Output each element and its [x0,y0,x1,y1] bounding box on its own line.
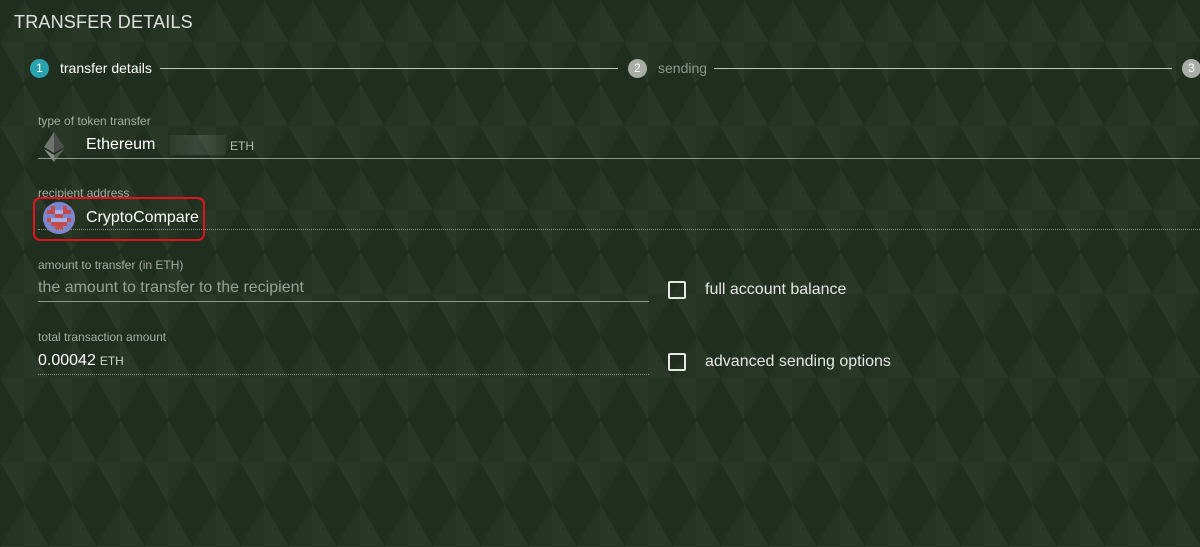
amount-input[interactable]: the amount to transfer to the recipient [38,279,304,297]
page-title: TRANSFER DETAILS [14,12,193,32]
total-label: total transaction amount [38,330,167,344]
amount-underline [38,301,649,302]
total-unit: ETH [99,354,124,368]
token-unit: ETH [230,139,254,153]
total-underline [38,374,649,375]
advanced-options-checkbox[interactable] [668,353,686,371]
total-value: 0.00042 [38,352,96,369]
token-name: Ethereum [86,136,156,153]
recipient-name: CryptoCompare [86,209,199,226]
total-amount: 0.00042 ETH [38,352,124,370]
step-2-label[interactable]: sending [658,60,707,76]
full-balance-checkbox[interactable] [668,281,686,299]
step-3-circle[interactable]: 3 [1182,59,1200,78]
token-type-label: type of token transfer [38,114,151,128]
token-balance-blurred [170,135,226,155]
step-2-circle[interactable]: 2 [628,59,647,78]
step-divider [160,68,618,69]
step-1-label[interactable]: transfer details [60,60,152,76]
token-underline [38,158,1200,159]
advanced-options-label[interactable]: advanced sending options [705,353,891,371]
amount-label: amount to transfer (in ETH) [38,258,184,272]
recipient-underline [38,229,1200,230]
step-1-circle[interactable]: 1 [30,59,49,78]
step-divider [714,68,1172,69]
full-balance-label[interactable]: full account balance [705,281,846,299]
